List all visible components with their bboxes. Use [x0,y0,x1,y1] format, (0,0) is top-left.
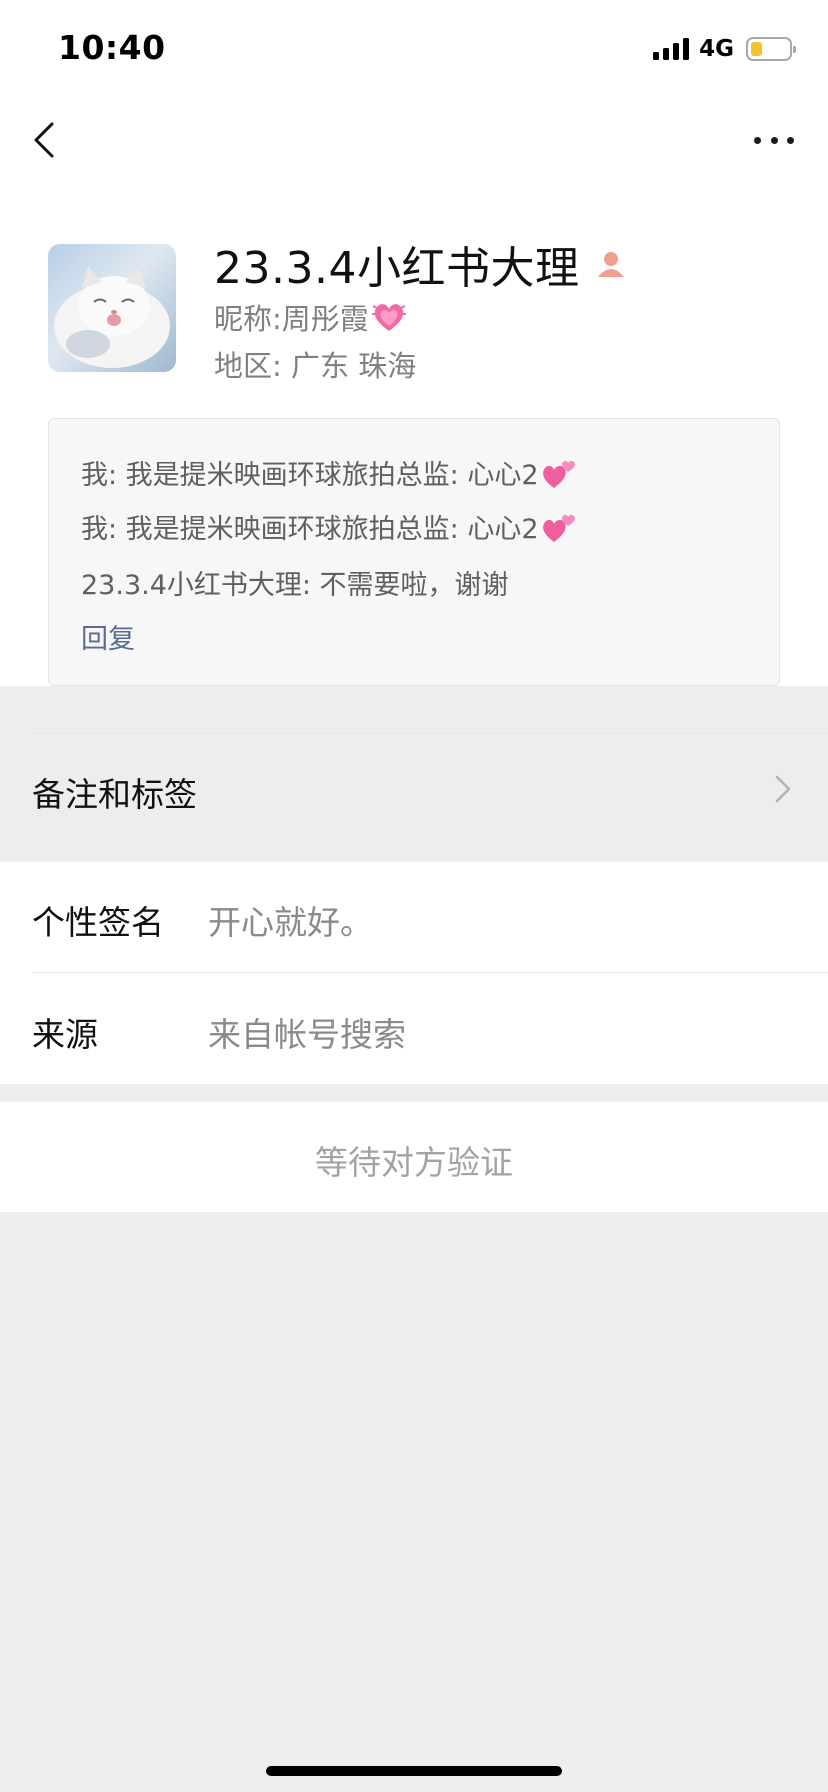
message-text: 我: 我是提米映画环球旅拍总监: 心心2 [81,514,539,545]
two-hearts-emoji-icon [542,514,575,542]
divider [32,972,828,973]
more-dots-icon [754,136,761,144]
cat-avatar-image [54,266,170,368]
region-label: 地区: [214,349,291,383]
status-time: 10:40 [58,28,166,67]
message-text: 我: 我是提米映画环球旅拍总监: 心心2 [81,460,539,491]
source-label: 来源 [32,1015,98,1054]
back-button[interactable] [28,118,64,162]
info-group: 个性签名 开心就好。 来源 来自帐号搜索 [0,862,828,1084]
signature-label: 个性签名 [32,903,164,942]
reply-link[interactable]: 回复 [81,617,135,656]
nickname-row: 昵称: 周彤霞 [214,296,407,338]
region-value: 广东 珠海 [291,349,417,383]
avatar[interactable] [48,244,176,372]
nickname-label: 昵称: [214,302,282,336]
battery-icon [746,37,796,61]
chevron-left-icon [34,122,54,158]
verify-label: 等待对方验证 [315,1143,513,1182]
status-bar-right: 4G [653,34,796,64]
network-type: 4G [699,36,734,62]
message-line: 我: 我是提米映画环球旅拍总监: 心心2 [81,507,577,546]
nickname-value: 周彤霞 [281,302,369,336]
chevron-right-icon [775,775,791,803]
awaiting-verification-button[interactable]: 等待对方验证 [0,1102,828,1212]
remarks-label: 备注和标签 [32,775,197,814]
profile-name: 23.3.4小红书大理 [214,243,580,294]
signal-icon [653,38,690,60]
message-line: 我: 我是提米映画环球旅拍总监: 心心2 [81,453,577,492]
source-value: 来自帐号搜索 [208,1015,406,1054]
growing-heart-emoji-icon [371,304,406,331]
home-indicator[interactable] [266,1766,562,1776]
person-icon [598,252,625,277]
message-text: 23.3.4小红书大理: 不需要啦，谢谢 [81,570,509,601]
region-row: 地区: 广东 珠海 [214,343,416,385]
greeting-messages-box: 我: 我是提米映画环球旅拍总监: 心心2 我: 我是提米映画环球旅拍总监: 心心… [48,418,780,686]
two-hearts-emoji-icon [542,460,575,488]
signature-value: 开心就好。 [208,903,373,942]
name-row: 23.3.4小红书大理 [214,232,627,296]
more-button[interactable] [754,128,794,152]
message-line: 23.3.4小红书大理: 不需要啦，谢谢 [81,563,509,602]
